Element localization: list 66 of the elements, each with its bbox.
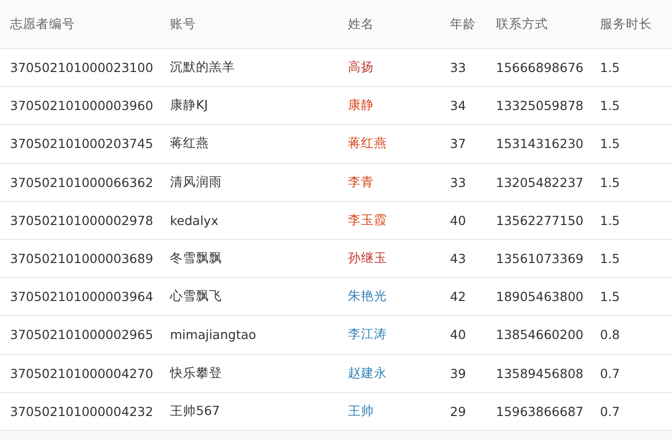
volunteer-id: 370502101000002978 xyxy=(9,212,154,228)
service-hours: 0.8 xyxy=(599,327,621,342)
age-cell-text: 33 xyxy=(449,60,467,76)
phone-number: 13205482237 xyxy=(495,174,584,190)
age-cell-text: 43 xyxy=(449,251,467,266)
phone-number: 13854660200 xyxy=(495,327,584,342)
column-header: 志愿者编号 xyxy=(9,16,76,32)
service-hours: 0.7 xyxy=(599,366,621,381)
account-name: 心雪飘飞 xyxy=(168,288,223,306)
phone-number: 15314316230 xyxy=(495,136,584,152)
service-hours: 0.7 xyxy=(599,404,621,419)
service-hours: 1.5 xyxy=(599,212,621,228)
service-hours: 1.5 xyxy=(599,289,621,304)
age-cell-text: 37 xyxy=(449,136,467,152)
volunteer-id: 370502101000003964 xyxy=(9,289,154,304)
person-name: 高扬 xyxy=(347,59,375,76)
phone-number: 15963866687 xyxy=(495,404,584,419)
person-name: 朱艳光 xyxy=(347,288,388,306)
volunteer-id: 370502101000023100 xyxy=(9,60,154,76)
age-cell-text: 34 xyxy=(449,98,467,114)
account-name: 清风润雨 xyxy=(169,174,223,191)
person-name: 李青 xyxy=(347,174,375,191)
phone-number: 18905463800 xyxy=(495,289,584,304)
age-cell-text: 40 xyxy=(449,212,467,228)
person-name: 康静 xyxy=(347,97,375,114)
age-cell-text: 39 xyxy=(449,366,467,381)
person-name: 蒋红燕 xyxy=(347,135,388,152)
column-header: 年龄 xyxy=(450,16,476,32)
volunteer-id: 370502101000002965 xyxy=(9,327,154,342)
volunteer-id: 370502101000004232 xyxy=(9,404,154,419)
volunteer-id: 370502101000003689 xyxy=(9,251,154,266)
account-name: 沉默的羔羊 xyxy=(169,59,236,76)
person-name: 赵建永 xyxy=(347,364,388,382)
account-name: kedalyx xyxy=(169,212,220,228)
service-hours: 1.5 xyxy=(599,251,621,266)
phone-number: 13561073369 xyxy=(495,251,584,266)
service-hours: 1.5 xyxy=(599,174,621,190)
person-name: 王帅 xyxy=(347,402,375,420)
volunteer-id: 370502101000066362 xyxy=(9,174,154,190)
account-name: 王帅567 xyxy=(169,402,221,420)
service-hours: 1.5 xyxy=(599,98,621,114)
column-header: 服务时长 xyxy=(599,16,653,32)
age-cell-text: 29 xyxy=(449,404,467,419)
account-name: mimajiangtao xyxy=(169,327,258,342)
phone-number: 15666898676 xyxy=(495,60,584,76)
age-cell-text: 42 xyxy=(449,289,467,304)
column-header: 联系方式 xyxy=(495,16,549,32)
service-hours: 1.5 xyxy=(599,60,621,76)
account-name: 康静KJ xyxy=(169,97,209,114)
person-name: 李江涛 xyxy=(347,326,388,344)
phone-number: 13325059878 xyxy=(495,98,584,114)
person-name: 孙继玉 xyxy=(347,250,388,268)
volunteer-id: 370502101000004270 xyxy=(9,366,154,381)
service-hours: 1.5 xyxy=(599,136,621,152)
account-name: 快乐攀登 xyxy=(168,364,223,382)
volunteer-id: 370502101000003960 xyxy=(9,98,154,114)
account-name: 冬雪飘飘 xyxy=(169,250,223,268)
column-header: 姓名 xyxy=(347,16,375,32)
column-header: 账号 xyxy=(169,16,197,32)
phone-number: 13589456808 xyxy=(495,366,584,381)
age-cell-text: 33 xyxy=(449,174,467,190)
age-cell-text: 40 xyxy=(449,327,467,342)
person-name: 李玉霞 xyxy=(347,212,388,229)
volunteer-id: 370502101000203745 xyxy=(9,136,154,152)
phone-number: 13562277150 xyxy=(495,212,584,228)
account-name: 蒋红燕 xyxy=(169,135,210,152)
